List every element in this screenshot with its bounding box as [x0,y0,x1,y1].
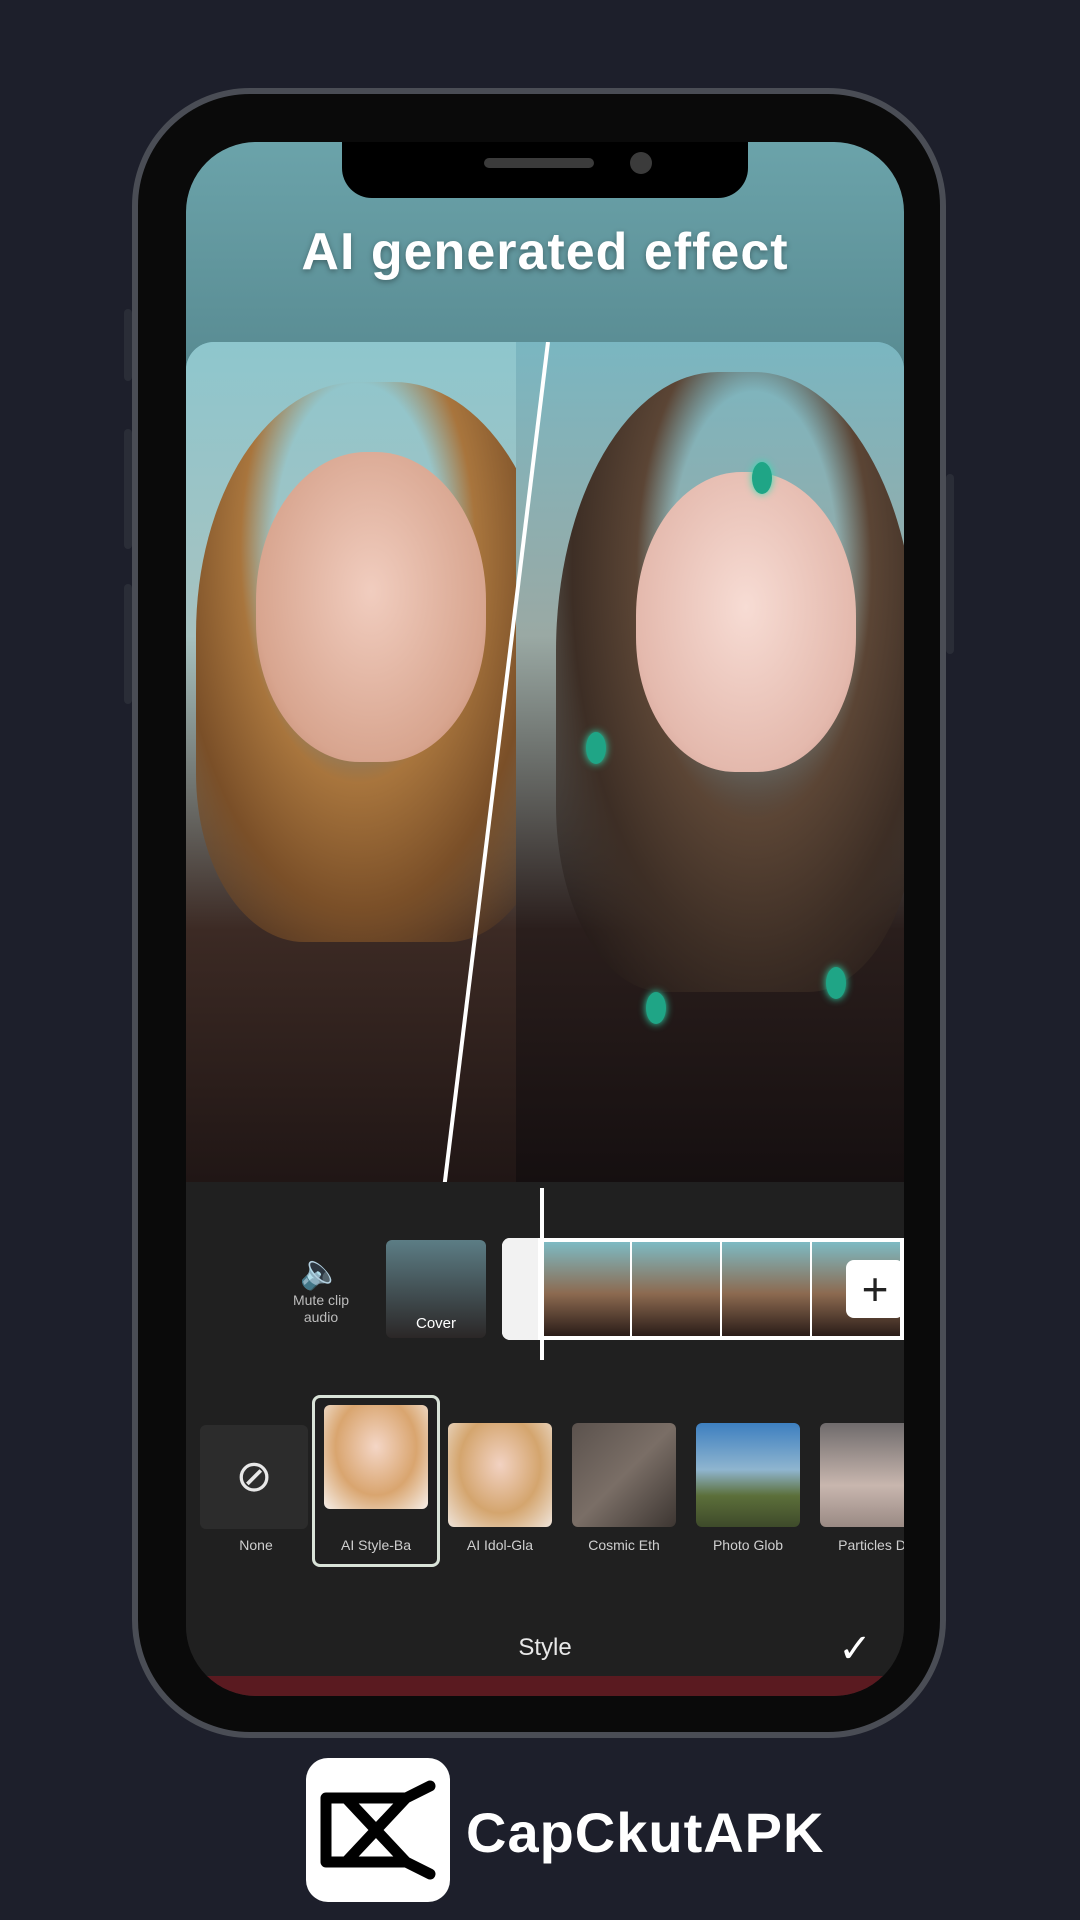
jewel-icon [826,967,846,999]
no-style-icon: ⊘ [200,1425,308,1529]
phone-mockup: AI generated effect 🔈 Mute clip audio Co… [124,88,954,1738]
jewel-icon [752,462,772,494]
style-label: AI Idol-Gla [466,1537,534,1553]
style-thumbnail [324,1405,428,1509]
style-item-cosmic[interactable]: Cosmic Eth [568,1397,680,1557]
before-after-comparison [186,342,904,1182]
promo-hero: AI generated effect [186,142,904,1182]
jewel-icon [646,992,666,1024]
style-item-none[interactable]: ⊘ None [200,1397,312,1557]
style-thumbnail [448,1423,552,1527]
front-camera [630,152,652,174]
cover-label: Cover [415,1315,456,1332]
face [636,472,856,772]
style-label: Particles D [838,1537,904,1553]
face [256,452,486,762]
capcut-logo-icon [306,1758,450,1902]
track-trim-handle[interactable] [502,1238,538,1340]
cover-button[interactable]: Cover [386,1240,486,1338]
promo-headline: AI generated effect [301,223,789,281]
style-item-photo[interactable]: Photo Glob [692,1397,804,1557]
style-item-ai-style[interactable]: AI Style-Ba [312,1395,440,1567]
jewel-icon [586,732,606,764]
style-label: None [239,1537,273,1553]
phone-side-button [124,309,132,381]
phone-volume-up-button [124,429,132,549]
original-photo [186,342,566,1182]
phone-screen: AI generated effect 🔈 Mute clip audio Co… [186,142,904,1696]
track-frame [722,1242,810,1336]
style-item-particles[interactable]: Particles D [816,1397,904,1557]
brand-footer: CapCkutAPK [306,1758,866,1902]
track-frame [632,1242,720,1336]
timeline: 🔈 Mute clip audio Cover + [186,1182,904,1382]
bottom-strip [186,1676,904,1696]
style-label: Cosmic Eth [588,1537,660,1553]
style-label: AI Style-Ba [340,1537,412,1553]
style-thumbnail [696,1423,800,1527]
style-item-ai-idol[interactable]: AI Idol-Gla [444,1397,556,1557]
editor-panel: 🔈 Mute clip audio Cover + ⊘ None AI Styl… [186,1182,904,1696]
speaker-icon: 🔈 [299,1253,343,1291]
phone-notch [342,142,748,198]
playhead[interactable] [540,1188,544,1360]
speaker-grille [484,158,594,168]
phone-volume-down-button [124,584,132,704]
mute-clip-audio-label: Mute clip audio [292,1292,350,1325]
panel-title: Style [518,1634,572,1661]
checkmark-icon[interactable]: ✓ [830,1624,880,1674]
phone-power-button [946,474,954,654]
style-thumbnail [820,1423,904,1527]
brand-name: CapCkutAPK [466,1801,825,1864]
mute-clip-audio-button[interactable]: 🔈 Mute clip audio [276,1252,366,1352]
style-thumbnail [572,1423,676,1527]
style-list: ⊘ None AI Style-Ba AI Idol-Gla Cosmic Et… [186,1395,904,1567]
style-label: Photo Glob [712,1537,784,1553]
ai-anime-photo [516,342,904,1182]
track-frame [542,1242,630,1336]
video-track[interactable]: + [502,1238,904,1340]
add-clip-button[interactable]: + [846,1260,904,1318]
